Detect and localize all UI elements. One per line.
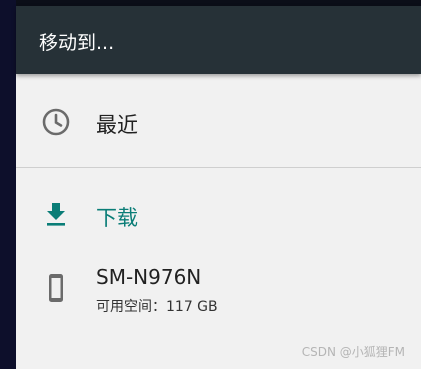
root-item-downloads[interactable]: 下载 (16, 184, 421, 244)
root-label-recent: 最近 (96, 113, 138, 137)
download-icon (40, 198, 72, 230)
root-item-recent[interactable]: 最近 (16, 82, 421, 166)
clock-icon (40, 106, 72, 138)
device-free-space: 可用空间：117 GB (96, 299, 218, 315)
title-bar: 移动到... (16, 6, 421, 74)
move-to-dialog: 移动到... 最近 下载 SM-N976N 可用空间：117 GB CSDN @… (16, 6, 421, 369)
phone-icon (40, 272, 72, 304)
divider (16, 167, 421, 168)
page-title: 移动到... (39, 32, 115, 54)
root-label-downloads: 下载 (96, 206, 138, 230)
screen: 移动到... 最近 下载 SM-N976N 可用空间：117 GB CSDN @… (0, 0, 421, 369)
root-label-device: SM-N976N (96, 265, 202, 289)
watermark: CSDN @小狐狸FM (301, 345, 405, 359)
root-item-device[interactable]: SM-N976N 可用空间：117 GB (16, 251, 421, 321)
